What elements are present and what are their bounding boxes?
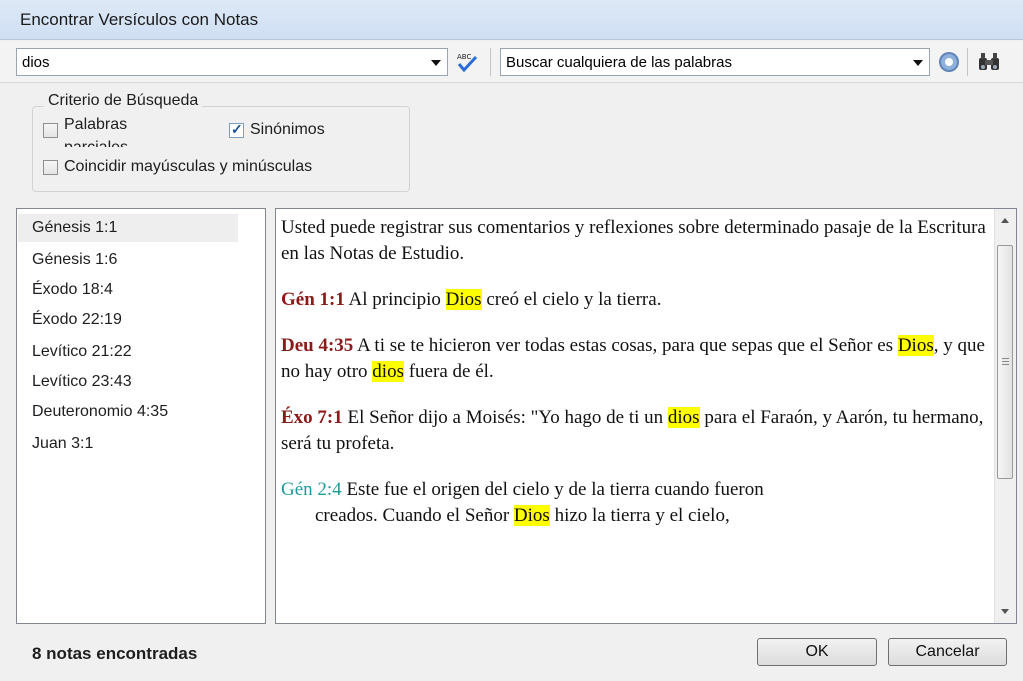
title-bar: Encontrar Versículos con Notas — [0, 0, 1023, 40]
scroll-up-icon[interactable] — [1001, 218, 1009, 223]
window-title: Encontrar Versículos con Notas — [20, 10, 259, 29]
verse-paragraph: Gén 2:4 Este fue el origen del cielo y d… — [281, 477, 993, 529]
note-intro: Usted puede registrar sus comentarios y … — [281, 217, 986, 264]
search-mode-select[interactable]: Buscar cualquiera de las palabras — [500, 48, 930, 76]
vertical-scrollbar[interactable] — [994, 209, 1016, 623]
partial-words-label: Palabras parciales — [64, 116, 128, 147]
search-highlight: Dios — [897, 335, 934, 356]
verse-text: hizo la tierra y el cielo, — [549, 505, 730, 526]
chevron-down-icon[interactable] — [431, 60, 441, 66]
results-count-status: 8 notas encontradas — [32, 644, 198, 663]
search-highlight: Dios — [513, 505, 550, 526]
verse-text: El Señor dijo a Moisés: "Yo hago de ti u… — [342, 407, 668, 428]
toolbar-separator — [490, 48, 491, 76]
verse-reference-link[interactable]: Gén 2:4 — [281, 479, 342, 500]
verse-text: fuera de él. — [403, 361, 494, 382]
search-toolbar: dios ABC Buscar cualquiera de las palabr… — [0, 41, 1023, 83]
search-highlight: Dios — [445, 289, 482, 310]
list-item[interactable]: Juan 3:1 — [18, 430, 238, 458]
list-item[interactable]: Deuteronomio 4:35 — [18, 398, 238, 426]
list-item[interactable]: Génesis 1:1 — [18, 214, 238, 242]
verse-reference-link[interactable]: Éxo 7:1 — [281, 407, 343, 428]
toolbar-separator — [967, 48, 968, 76]
verse-reference-link[interactable]: Deu 4:35 — [281, 335, 353, 356]
verse-reference-link[interactable]: Gén 1:1 — [281, 289, 345, 310]
chevron-down-icon[interactable] — [913, 60, 923, 66]
spellcheck-icon[interactable]: ABC — [454, 49, 480, 75]
synonyms-checkbox[interactable]: ✓ — [229, 121, 244, 138]
ok-button[interactable]: OK — [757, 638, 877, 666]
scrollbar-thumb[interactable] — [997, 245, 1013, 479]
binoculars-icon[interactable] — [976, 49, 1002, 75]
verse-paragraph: Éxo 7:1 El Señor dijo a Moisés: "Yo hago… — [281, 405, 993, 457]
results-list[interactable]: Génesis 1:1 Génesis 1:6 Éxodo 18:4 Éxodo… — [16, 208, 266, 624]
checkmark-icon: ✓ — [231, 121, 243, 137]
list-item[interactable]: Génesis 1:6 — [18, 246, 238, 274]
list-item[interactable]: Levítico 21:22 — [18, 338, 238, 366]
search-highlight: dios — [372, 361, 404, 382]
partial-words-checkbox[interactable] — [43, 123, 58, 138]
verse-paragraph: Gén 1:1 Al principio Dios creó el cielo … — [281, 287, 993, 313]
grip-icon — [1002, 358, 1009, 359]
synonyms-label: Sinónimos — [250, 121, 325, 138]
svg-text:ABC: ABC — [457, 53, 471, 61]
list-item[interactable]: Éxodo 18:4 — [18, 276, 238, 304]
note-content: Usted puede registrar sus comentarios y … — [281, 215, 993, 549]
cancel-button[interactable]: Cancelar — [888, 638, 1007, 666]
search-mode-value: Buscar cualquiera de las palabras — [506, 54, 732, 71]
list-item[interactable]: Éxodo 22:19 — [18, 306, 238, 334]
verse-text: creados. Cuando el Señor — [315, 505, 514, 526]
search-highlight: dios — [667, 407, 700, 428]
note-viewer[interactable]: Usted puede registrar sus comentarios y … — [275, 208, 1017, 624]
search-input[interactable]: dios — [16, 48, 448, 76]
search-input-value: dios — [22, 54, 50, 71]
verse-paragraph: Deu 4:35 A ti se te hicieron ver todas e… — [281, 333, 993, 385]
verse-text: A ti se te hicieron ver todas estas cosa… — [353, 335, 898, 356]
search-criteria-legend: Criterio de Búsqueda — [44, 92, 203, 110]
match-case-checkbox[interactable] — [43, 160, 58, 175]
match-case-label: Coincidir mayúsculas y minúsculas — [64, 158, 313, 175]
verse-text: Este fue el origen del cielo y de la tie… — [341, 479, 764, 500]
verse-text: Al principio — [344, 289, 446, 310]
scroll-down-icon[interactable] — [1001, 609, 1009, 614]
list-item[interactable]: Levítico 23:43 — [18, 368, 238, 396]
verse-text: creó el cielo y la tierra. — [481, 289, 662, 310]
gear-icon[interactable] — [936, 49, 962, 75]
